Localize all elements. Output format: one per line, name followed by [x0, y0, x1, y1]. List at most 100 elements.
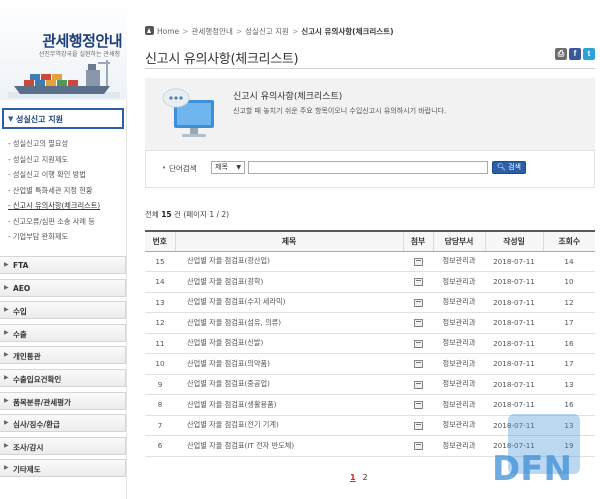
attachment-icon[interactable] — [413, 319, 423, 328]
attachment-icon[interactable] — [413, 257, 423, 266]
search-input[interactable] — [248, 161, 488, 174]
sidebar-sub-item[interactable]: - 성실신고 지원제도 — [0, 152, 126, 168]
print-icon[interactable]: ⎙ — [555, 48, 567, 60]
cell-department: 정보관리과 — [433, 312, 485, 334]
cell-title[interactable]: 산업별 자율 점검표(광산업) — [175, 251, 403, 272]
cell-title[interactable]: 산업별 자율 점검표(의약품) — [175, 353, 403, 375]
cell-title[interactable]: 산업별 자율 점검표(IT 전자 반도체) — [175, 435, 403, 457]
sidebar-item-label: 수출 — [13, 329, 27, 339]
cell-no: 13 — [145, 292, 175, 313]
cell-title[interactable]: 산업별 자율 점검표(수지 세라믹) — [175, 292, 403, 313]
column-header-no: 번호 — [145, 230, 175, 252]
attachment-icon[interactable] — [413, 380, 423, 389]
cell-title[interactable]: 산업별 자율 점검표(섬유, 의류) — [175, 312, 403, 334]
attachment-icon[interactable] — [413, 401, 423, 410]
twitter-icon[interactable]: t — [583, 48, 595, 60]
cell-attachment — [403, 251, 433, 272]
table-row[interactable]: 11 산업별 자율 점검표(신발) 정보관리과 2018-07-11 16 — [145, 333, 595, 354]
facebook-icon[interactable]: f — [569, 48, 581, 60]
table-row[interactable]: 15 산업별 자율 점검표(광산업) 정보관리과 2018-07-11 14 — [145, 251, 595, 272]
left-sidebar: 관세행정안내 선진무역강국을 실현하는 관세청 ▼ 성실신고 지원 - 성실신고… — [0, 0, 127, 499]
sidebar-sub-item[interactable]: - 성실신고 이행 확인 방법 — [0, 167, 126, 183]
cell-no: 12 — [145, 312, 175, 334]
sidebar-item-export[interactable]: ▶ 수출 — [0, 323, 126, 342]
sidebar-item-audit[interactable]: ▶ 심사/징수/환급 — [0, 414, 126, 433]
attachment-icon[interactable] — [413, 298, 423, 307]
cell-date: 2018-07-11 — [485, 333, 543, 354]
cell-no: 7 — [145, 415, 175, 436]
sidebar-item-personal-customs[interactable]: ▶ 개인통관 — [0, 346, 126, 365]
column-header-views: 조회수 — [542, 230, 595, 252]
table-row[interactable]: 10 산업별 자율 점검표(의약품) 정보관리과 2018-07-11 17 — [145, 353, 595, 375]
sidebar-sub-item[interactable]: - 기업부담 완화제도 — [0, 229, 126, 245]
page-link[interactable]: 2 — [363, 473, 368, 482]
result-count: 전체 15 건 (페이지 1 / 2) — [145, 209, 229, 220]
sidebar-sub-item-label: 신고시 유의사항(체크리스트) — [12, 201, 101, 210]
breadcrumb: Home > 관세행정안내 > 성실신고 지원 > 신고시 유의사항(체크리스트) — [145, 26, 394, 38]
table-row[interactable]: 9 산업별 자율 점검표(중공업) 정보관리과 2018-07-11 13 — [145, 374, 595, 395]
cell-department: 정보관리과 — [433, 415, 485, 436]
breadcrumb-item[interactable]: 관세행정안내 — [191, 27, 232, 36]
home-icon[interactable] — [145, 26, 154, 35]
cell-attachment — [403, 312, 433, 334]
breadcrumb-item[interactable]: 성실신고 지원 — [245, 27, 289, 36]
cell-title[interactable]: 산업별 자율 점검표(전기 기계) — [175, 415, 403, 436]
sidebar-sub-item-label: 성실신고 이행 확인 방법 — [12, 170, 86, 179]
cell-date: 2018-07-11 — [485, 353, 543, 375]
search-field-select[interactable]: 제목 ▼ — [211, 161, 245, 174]
cell-title[interactable]: 산업별 자율 점검표(신발) — [175, 333, 403, 354]
breadcrumb-current: 신고시 유의사항(체크리스트) — [301, 27, 394, 36]
sidebar-sub-item-current[interactable]: - 신고시 유의사항(체크리스트) — [0, 198, 126, 214]
sidebar-sub-item[interactable]: - 산업별 특화세관 지정 현황 — [0, 183, 126, 199]
sidebar-item-fta[interactable]: ▶ FTA — [0, 256, 126, 274]
sidebar-section-active[interactable]: ▼ 성실신고 지원 — [2, 108, 124, 129]
attachment-icon[interactable] — [413, 360, 423, 369]
sidebar-item-import[interactable]: ▶ 수입 — [0, 301, 126, 320]
cell-attachment — [403, 394, 433, 416]
watermark-text: DFN — [492, 449, 572, 489]
sidebar-item-aeo[interactable]: ▶ AEO — [0, 278, 126, 297]
breadcrumb-separator: > — [235, 27, 243, 36]
cell-views: 16 — [543, 333, 595, 354]
cell-title[interactable]: 산업별 자율 점검표(중공업) — [175, 374, 403, 395]
table-row[interactable]: 12 산업별 자율 점검표(섬유, 의류) 정보관리과 2018-07-11 17 — [145, 312, 595, 334]
sidebar-item-classification[interactable]: ▶ 품목분류/관세평가 — [0, 391, 126, 410]
sidebar-item-label: AEO — [13, 283, 31, 293]
breadcrumb-home[interactable]: Home — [157, 27, 179, 36]
chevron-right-icon: ▶ — [4, 464, 9, 472]
monitor-chat-icon — [162, 88, 214, 137]
attachment-icon[interactable] — [413, 442, 423, 451]
cell-title[interactable]: 산업별 자율 점검표(생활용품) — [175, 394, 403, 416]
intro-description: 신고할 때 놓치기 쉬운 주요 항목이오니 수입신고시 유의하시기 바랍니다. — [233, 107, 447, 115]
cell-attachment — [403, 435, 433, 457]
cell-date: 2018-07-11 — [485, 251, 543, 272]
search-label: 단어검색 — [169, 164, 197, 173]
breadcrumb-separator: > — [182, 27, 189, 36]
page-link-current[interactable]: 1 — [350, 473, 356, 482]
bullet-icon: • — [162, 164, 167, 172]
cell-title[interactable]: 산업별 자율 점검표(광학) — [175, 271, 403, 293]
attachment-icon[interactable] — [413, 339, 423, 348]
brand-subtitle: 선진무역강국을 실현하는 관세청 — [38, 51, 120, 58]
sidebar-sub-item[interactable]: - 성실신고의 필요성 — [0, 136, 126, 152]
sidebar-sub-item[interactable]: - 신고오류/심판 소송 사례 등 — [0, 214, 126, 230]
attachment-icon[interactable] — [413, 421, 423, 430]
cell-department: 정보관리과 — [433, 251, 485, 272]
sidebar-item-investigation[interactable]: ▶ 조사/감시 — [0, 436, 126, 455]
count-total: 15 — [161, 210, 172, 219]
chevron-right-icon: ▶ — [4, 441, 9, 449]
title-divider — [145, 68, 595, 69]
cell-date: 2018-07-11 — [485, 271, 543, 293]
sidebar-item-label: 품목분류/관세평가 — [13, 397, 71, 407]
search-button[interactable]: 🔍︎ 검색 — [492, 161, 526, 174]
sidebar-item-other[interactable]: ▶ 기타제도 — [0, 459, 126, 478]
cell-department: 정보관리과 — [433, 353, 485, 375]
cell-views: 14 — [543, 251, 595, 272]
table-row[interactable]: 13 산업별 자율 점검표(수지 세라믹) 정보관리과 2018-07-11 12 — [145, 292, 595, 313]
table-row[interactable]: 14 산업별 자율 점검표(광학) 정보관리과 2018-07-11 10 — [145, 271, 595, 293]
cell-attachment — [403, 333, 433, 354]
attachment-icon[interactable] — [413, 278, 423, 287]
sidebar-item-requirements[interactable]: ▶ 수출입요건확인 — [0, 368, 126, 387]
share-buttons: ⎙ f t — [553, 48, 595, 62]
cell-date: 2018-07-11 — [485, 292, 543, 313]
